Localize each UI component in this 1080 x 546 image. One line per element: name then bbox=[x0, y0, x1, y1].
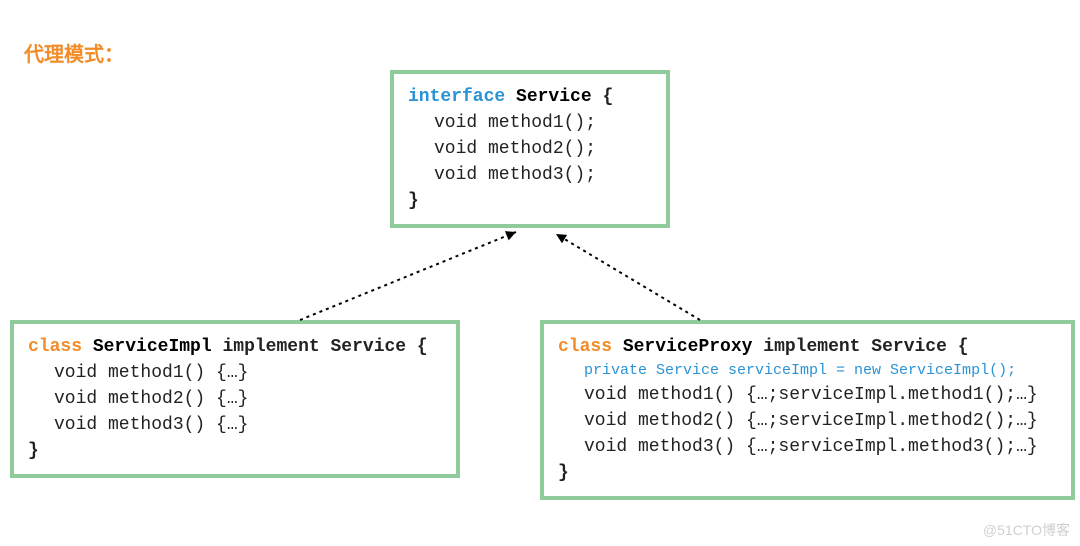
arrow-proxy-to-interface bbox=[556, 234, 700, 320]
interface-line-1: void method1(); bbox=[408, 110, 652, 136]
proxy-name: ServiceProxy bbox=[623, 337, 753, 357]
interface-line-2: void method2(); bbox=[408, 136, 652, 162]
close-brace: } bbox=[408, 188, 652, 214]
proxy-line-3: void method3() {…;serviceImpl.method3();… bbox=[558, 434, 1057, 460]
box-service-proxy: class ServiceProxy implement Service { p… bbox=[540, 320, 1075, 500]
proxy-rest: implement Service { bbox=[763, 337, 968, 357]
proxy-line-2: void method2() {…;serviceImpl.method2();… bbox=[558, 408, 1057, 434]
proxy-field: private Service serviceImpl = new Servic… bbox=[558, 360, 1057, 382]
close-brace: } bbox=[28, 438, 442, 464]
proxy-line-1: void method1() {…;serviceImpl.method1();… bbox=[558, 382, 1057, 408]
keyword-interface: interface bbox=[408, 87, 505, 107]
proxy-heading: class ServiceProxy implement Service { bbox=[558, 334, 1057, 360]
diagram-title: 代理模式： bbox=[24, 38, 124, 67]
arrow-impl-to-interface bbox=[300, 232, 516, 320]
impl-line-2: void method2() {…} bbox=[28, 386, 442, 412]
watermark: @51CTO博客 bbox=[983, 520, 1070, 540]
interface-line-3: void method3(); bbox=[408, 162, 652, 188]
impl-heading: class ServiceImpl implement Service { bbox=[28, 334, 442, 360]
interface-heading: interface Service { bbox=[408, 84, 652, 110]
box-service-impl: class ServiceImpl implement Service { vo… bbox=[10, 320, 460, 478]
interface-name: Service bbox=[516, 87, 592, 107]
impl-rest: implement Service { bbox=[222, 337, 427, 357]
box-service-interface: interface Service { void method1(); void… bbox=[390, 70, 670, 228]
keyword-class: class bbox=[28, 337, 82, 357]
impl-line-3: void method3() {…} bbox=[28, 412, 442, 438]
impl-name: ServiceImpl bbox=[93, 337, 212, 357]
open-brace: { bbox=[602, 87, 613, 107]
impl-line-1: void method1() {…} bbox=[28, 360, 442, 386]
close-brace: } bbox=[558, 460, 1057, 486]
keyword-class: class bbox=[558, 337, 612, 357]
